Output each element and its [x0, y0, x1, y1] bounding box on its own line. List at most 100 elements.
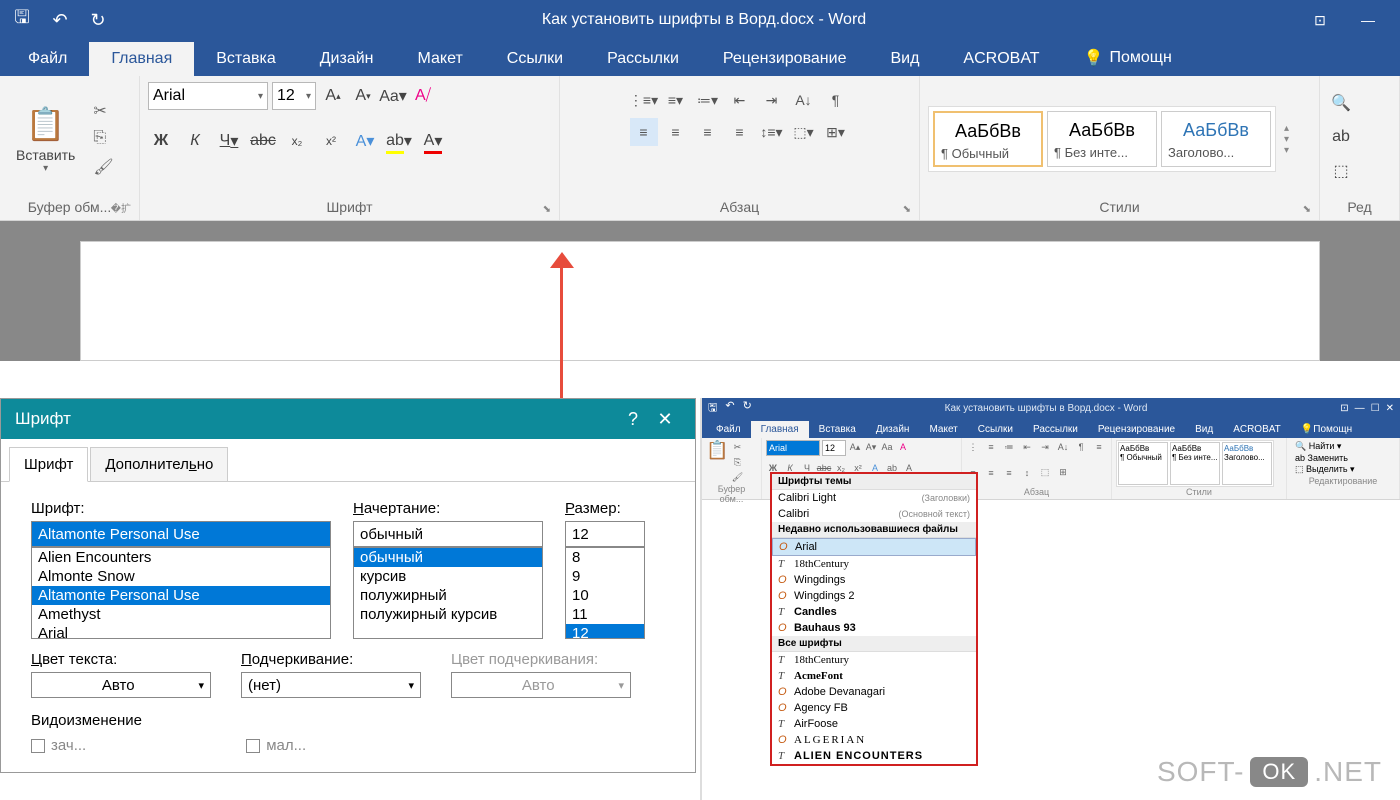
sw-grow-icon[interactable]: A▴ [848, 440, 862, 454]
tab-acrobat[interactable]: ACROBAT [941, 42, 1061, 76]
redo-icon[interactable]: ↻ [88, 10, 108, 30]
sw-ribbon-options-icon[interactable]: ⊡ [1340, 403, 1348, 414]
sw-tab-insert[interactable]: Вставка [809, 421, 866, 438]
fd-item[interactable]: OAgency FB [772, 700, 976, 716]
sw-tab-mailings[interactable]: Рассылки [1023, 421, 1088, 438]
sw-al[interactable]: ≡ [1092, 440, 1106, 454]
sw-tab-file[interactable]: Файл [706, 421, 751, 438]
justify-icon[interactable]: ≡ [726, 118, 754, 146]
multilevel-icon[interactable]: ≔▾ [694, 86, 722, 114]
underline-style-combo[interactable]: (нет)▾ [241, 672, 421, 698]
tab-insert[interactable]: Вставка [194, 42, 297, 76]
list-item[interactable]: Alien Encounters [32, 548, 330, 567]
size-input[interactable] [565, 521, 645, 547]
sw-close-icon[interactable]: ✕ [1386, 403, 1394, 414]
sw-bullets[interactable]: ⋮ [966, 440, 980, 454]
ribbon-options-icon[interactable]: ⊡ [1300, 6, 1340, 34]
sw-style-h1[interactable]: АаБбВвЗаголово... [1222, 442, 1272, 485]
font-list[interactable]: Alien Encounters Almonte Snow Altamonte … [31, 547, 331, 639]
sw-redo-icon[interactable]: ↻ [743, 399, 752, 418]
style-input[interactable] [353, 521, 543, 547]
sw-maximize-icon[interactable]: ☐ [1371, 403, 1380, 414]
styles-gallery[interactable]: АаБбВв¶ Обычный АаБбВв¶ Без инте... АаБб… [928, 106, 1276, 172]
list-item[interactable]: полужирный курсив [354, 605, 542, 624]
superscript-button[interactable]: x² [318, 128, 344, 154]
find-icon[interactable]: 🔍 [1328, 90, 1354, 116]
sw-tab-view[interactable]: Вид [1185, 421, 1223, 438]
undo-icon[interactable]: ↶ [50, 10, 70, 30]
strikethrough-button[interactable]: abc [250, 128, 276, 154]
sw-replace[interactable]: ab Заменить [1295, 453, 1391, 463]
sw-multi[interactable]: ≔ [1002, 440, 1016, 454]
tab-references[interactable]: Ссылки [485, 42, 585, 76]
sw-ar[interactable]: ≡ [984, 466, 998, 480]
bold-button[interactable]: Ж [148, 128, 174, 154]
grow-font-icon[interactable]: A▴ [320, 83, 346, 109]
sw-style-normal[interactable]: АаБбВв¶ Обычный [1118, 442, 1168, 485]
list-item[interactable]: Almonte Snow [32, 567, 330, 586]
style-scroll-up-icon[interactable]: ▴ [1284, 123, 1289, 134]
tab-view[interactable]: Вид [868, 42, 941, 76]
fd-item[interactable]: TALIEN ENCOUNTERS [772, 748, 976, 764]
list-item[interactable]: 10 [566, 586, 644, 605]
sw-copy-icon[interactable]: ⎘ [730, 455, 744, 469]
sw-style-nospace[interactable]: АаБбВв¶ Без инте... [1170, 442, 1220, 485]
fd-item[interactable]: TAcmeFont [772, 668, 976, 684]
list-item[interactable]: курсив [354, 567, 542, 586]
list-item[interactable]: 11 [566, 605, 644, 624]
font-name-combo[interactable]: Arial▾ [148, 82, 268, 110]
sw-cut-icon[interactable]: ✂ [730, 440, 744, 454]
font-color-icon[interactable]: A▾ [420, 128, 446, 154]
list-item[interactable]: полужирный [354, 586, 542, 605]
tab-file[interactable]: Файл [6, 42, 89, 76]
list-item[interactable]: обычный [354, 548, 542, 567]
change-case-icon[interactable]: Aa▾ [380, 83, 406, 109]
sw-tab-acrobat[interactable]: ACROBAT [1223, 421, 1291, 438]
fd-item[interactable]: TCandles [772, 604, 976, 620]
align-center-icon[interactable]: ≡ [662, 118, 690, 146]
minimize-icon[interactable]: — [1348, 6, 1388, 34]
list-item[interactable]: 12 [566, 624, 644, 639]
tab-mailings[interactable]: Рассылки [585, 42, 701, 76]
sw-para[interactable]: ¶ [1074, 440, 1088, 454]
sw-font-combo[interactable]: Arial [766, 440, 820, 456]
numbering-icon[interactable]: ≡▾ [662, 86, 690, 114]
subscript-button[interactable]: x₂ [284, 128, 310, 154]
fd-item[interactable]: OWingdings 2 [772, 588, 976, 604]
save-icon[interactable]: 🖫 [12, 10, 32, 30]
clipboard-launcher-icon[interactable]: �扩 [111, 200, 131, 215]
sw-numbers[interactable]: ≡ [984, 440, 998, 454]
format-painter-icon[interactable]: 🖌 [93, 157, 113, 177]
text-effects-icon[interactable]: A▾ [352, 128, 378, 154]
checkbox-smallcaps[interactable]: мал... [246, 737, 306, 754]
styles-launcher-icon[interactable]: ⬊ [1303, 204, 1311, 215]
fd-item[interactable]: OBauhaus 93 [772, 620, 976, 636]
sw-undo-icon[interactable]: ↶ [725, 399, 734, 418]
font-launcher-icon[interactable]: ⬊ [543, 204, 551, 215]
style-normal[interactable]: АаБбВв¶ Обычный [933, 111, 1043, 167]
paragraph-launcher-icon[interactable]: ⬊ [903, 204, 911, 215]
sw-tab-layout[interactable]: Макет [919, 421, 967, 438]
sw-sort[interactable]: A↓ [1056, 440, 1070, 454]
sort-icon[interactable]: A↓ [790, 86, 818, 114]
dialog-close-icon[interactable]: ✕ [649, 409, 681, 430]
tab-review[interactable]: Рецензирование [701, 42, 869, 76]
style-no-spacing[interactable]: АаБбВв¶ Без инте... [1047, 111, 1157, 167]
sw-minimize-icon[interactable]: — [1355, 403, 1365, 414]
sw-paste-icon[interactable]: 📋 [706, 440, 728, 484]
sw-tab-review[interactable]: Рецензирование [1088, 421, 1185, 438]
italic-button[interactable]: К [182, 128, 208, 154]
cut-icon[interactable]: ✂ [93, 101, 113, 121]
highlight-icon[interactable]: ab▾ [386, 128, 412, 154]
sw-select[interactable]: ⬚ Выделить ▾ [1295, 464, 1391, 475]
align-right-icon[interactable]: ≡ [694, 118, 722, 146]
increase-indent-icon[interactable]: ⇥ [758, 86, 786, 114]
fd-item[interactable]: OWingdings [772, 572, 976, 588]
list-item[interactable]: Altamonte Personal Use [32, 586, 330, 605]
list-item[interactable]: 8 [566, 548, 644, 567]
tab-home[interactable]: Главная [89, 42, 194, 76]
underline-color-combo[interactable]: Авто▾ [451, 672, 631, 698]
text-color-combo[interactable]: Авто▾ [31, 672, 211, 698]
list-item[interactable]: Amethyst [32, 605, 330, 624]
copy-icon[interactable]: ⎘ [93, 129, 113, 149]
